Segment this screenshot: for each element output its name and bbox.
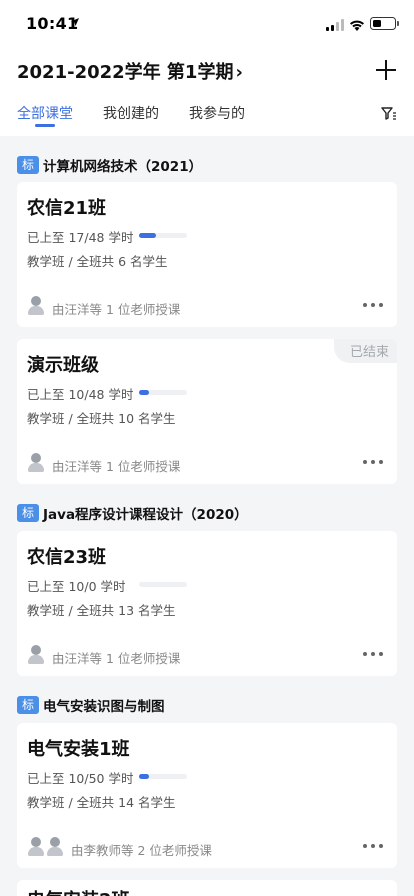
teacher-info: 由李教师等 2 位老师授课 [71, 843, 212, 858]
class-progress-bar [139, 582, 187, 587]
ended-badge: 已结束 [333, 339, 397, 363]
course-title[interactable]: 计算机网络技术（2021） [43, 155, 202, 175]
wifi-icon [349, 17, 365, 31]
course-title[interactable]: 电气安装识图与制图 [43, 695, 165, 715]
teacher-avatar [46, 837, 64, 857]
add-class-button[interactable] [374, 58, 398, 82]
battery-tip [397, 21, 399, 26]
course-tag-badge: 标 [17, 155, 40, 174]
course-tag-badge: 标 [17, 503, 40, 522]
tab-all-classes[interactable]: 全部课堂 [17, 103, 73, 123]
tab-joined[interactable]: 我参与的 [189, 103, 245, 123]
filter-icon[interactable] [381, 106, 397, 122]
course-title[interactable]: Java程序设计课程设计（2020） [43, 503, 248, 523]
semester-title: 2021-2022学年 第1学期 [17, 62, 234, 83]
class-progress-text: 已上至 10/48 学时 [27, 387, 134, 402]
class-meta: 教学班 / 全班共 10 名学生 [27, 411, 176, 426]
card-footer: 由李教师等 2 位老师授课 [27, 837, 387, 859]
class-card[interactable]: 电气安装1班 已上至 10/50 学时 教学班 / 全班共 14 名学生 由李教… [17, 723, 397, 868]
battery-icon [370, 17, 396, 30]
card-footer: 由汪洋等 1 位老师授课 [27, 453, 387, 475]
teacher-avatar [27, 837, 45, 857]
teacher-info: 由汪洋等 1 位老师授课 [52, 459, 181, 474]
tab-bar: 全部课堂 我创建的 我参与的 [0, 100, 414, 134]
chevron-right-icon: › [235, 62, 243, 83]
class-progress-text: 已上至 10/50 学时 [27, 771, 134, 786]
card-footer: 由汪洋等 1 位老师授课 [27, 645, 387, 667]
teacher-avatar [27, 453, 45, 473]
teacher-info: 由汪洋等 1 位老师授课 [52, 651, 181, 666]
class-name: 农信23班 [27, 547, 107, 568]
cellular-signal-icon [326, 19, 344, 31]
class-progress-bar [139, 233, 187, 238]
class-meta: 教学班 / 全班共 14 名学生 [27, 795, 176, 810]
class-name: 电气安装2班 [27, 886, 130, 896]
semester-selector[interactable]: 2021-2022学年 第1学期 › [17, 58, 243, 84]
teacher-avatar [27, 296, 45, 316]
teacher-info: 由汪洋等 1 位老师授课 [52, 302, 181, 317]
class-name: 电气安装1班 [27, 739, 130, 760]
class-meta: 教学班 / 全班共 6 名学生 [27, 254, 168, 269]
class-card[interactable]: 农信23班 已上至 10/0 学时 教学班 / 全班共 13 名学生 由汪洋等 … [17, 531, 397, 676]
status-bar: 10:41 [0, 0, 414, 48]
course-section-header: 标电气安装识图与制图 [17, 694, 165, 715]
class-progress-bar [139, 774, 187, 779]
class-progress-text: 已上至 17/48 学时 [27, 230, 134, 245]
class-progress-bar [139, 390, 187, 395]
course-section-header: 标计算机网络技术（2021） [17, 154, 202, 175]
class-card[interactable]: 演示班级 已结束 已上至 10/48 学时 教学班 / 全班共 10 名学生 由… [17, 339, 397, 484]
class-name: 农信21班 [27, 198, 107, 219]
course-section-header: 标 Java程序设计课程设计（2020） [17, 502, 248, 523]
teacher-avatar [27, 645, 45, 665]
class-name: 演示班级 [27, 355, 99, 376]
more-options-icon[interactable] [363, 453, 387, 471]
active-tab-indicator [35, 124, 55, 127]
location-arrow-icon [70, 16, 80, 30]
more-options-icon[interactable] [363, 645, 387, 663]
class-card[interactable]: 农信21班 已上至 17/48 学时 教学班 / 全班共 6 名学生 由汪洋等 … [17, 182, 397, 327]
tab-created[interactable]: 我创建的 [103, 103, 159, 123]
class-progress-text: 已上至 10/0 学时 [27, 579, 126, 594]
course-tag-badge: 标 [17, 695, 40, 714]
more-options-icon[interactable] [363, 837, 387, 855]
more-options-icon[interactable] [363, 296, 387, 314]
class-meta: 教学班 / 全班共 13 名学生 [27, 603, 176, 618]
card-footer: 由汪洋等 1 位老师授课 [27, 296, 387, 318]
